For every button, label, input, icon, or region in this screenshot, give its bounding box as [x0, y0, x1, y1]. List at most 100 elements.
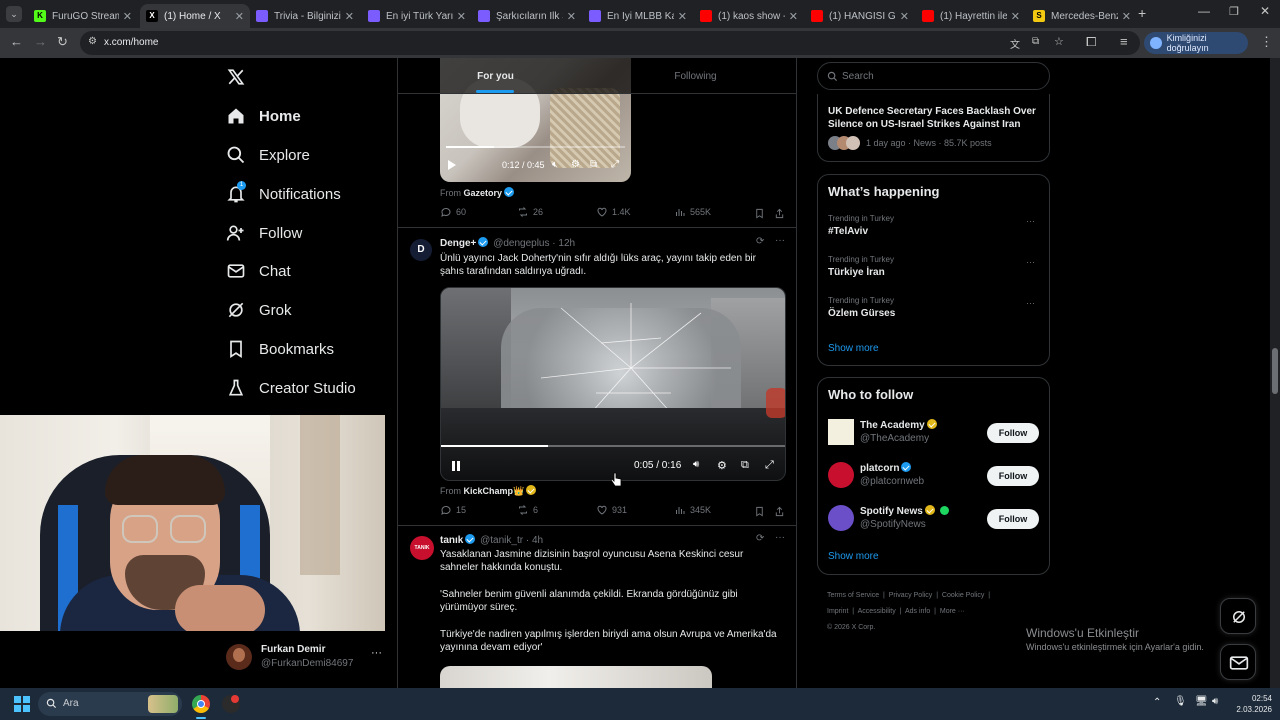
reload-icon[interactable]: ↻ — [57, 34, 68, 50]
nav-item-chat[interactable]: Chat — [226, 256, 291, 286]
more-icon[interactable]: ··· — [371, 647, 382, 659]
nav-item-creator-studio[interactable]: Creator Studio — [226, 373, 356, 403]
close-window-button[interactable]: ✕ — [1260, 4, 1270, 18]
browser-tab[interactable]: K FuruGO Stream - ✕ — [28, 4, 138, 28]
pip-icon[interactable]: ⧉ — [590, 159, 597, 170]
pip-icon[interactable]: ⧉ — [741, 459, 749, 472]
author-name[interactable]: tanık — [440, 535, 463, 546]
mute-icon[interactable]: 🔊︎ — [693, 459, 699, 470]
close-tab-icon[interactable]: ✕ — [235, 10, 244, 23]
browser-tab[interactable]: En iyi Türk Yarışm ✕ — [362, 4, 472, 28]
address-bar[interactable]: ⚙ x.com/home 文 ⧉ ☆ — [80, 31, 1140, 55]
author-handle[interactable]: @dengeplus — [493, 238, 549, 249]
more-icon[interactable]: ··· — [1026, 298, 1035, 308]
more-icon[interactable]: ··· — [1026, 257, 1035, 267]
show-more-link[interactable]: Show more — [828, 343, 879, 354]
tab-following[interactable]: Following — [598, 58, 793, 94]
close-tab-icon[interactable]: ✕ — [1011, 10, 1020, 23]
account-switcher[interactable]: Furkan Demir @FurkanDemi84697 ··· — [226, 641, 386, 675]
nav-item-home[interactable]: Home — [226, 101, 301, 131]
tab-for-you[interactable]: For you — [398, 58, 593, 94]
grok-icon[interactable]: ⟳ — [756, 533, 764, 544]
close-tab-icon[interactable]: ✕ — [789, 10, 798, 23]
reply-button[interactable]: 60 — [440, 206, 466, 218]
fullscreen-icon[interactable]: ⤢ — [611, 159, 619, 170]
tweet-time[interactable]: · 4h — [526, 535, 543, 546]
avatar[interactable] — [828, 462, 854, 488]
close-tab-icon[interactable]: ✕ — [123, 10, 132, 23]
author-handle[interactable]: @tanik_tr — [480, 535, 523, 546]
site-info-icon[interactable]: ⚙ — [88, 36, 97, 47]
page-scrollbar[interactable] — [1270, 58, 1280, 688]
minimize-button[interactable]: — — [1198, 4, 1210, 18]
footer-link[interactable]: Ads info — [905, 608, 930, 615]
views-button[interactable]: 345K — [674, 504, 711, 516]
views-button[interactable]: 565K — [674, 206, 711, 218]
footer-link[interactable]: Accessibility — [858, 608, 896, 615]
reply-button[interactable]: 15 — [440, 504, 466, 516]
nav-item-explore[interactable]: Explore — [226, 140, 310, 170]
app-taskbar-icon[interactable] — [222, 695, 240, 713]
like-button[interactable]: 1.4K — [596, 206, 631, 218]
more-icon[interactable]: ··· — [1026, 216, 1035, 226]
grok-floating-button[interactable] — [1220, 598, 1256, 634]
share-icon[interactable] — [774, 506, 785, 517]
translate-icon[interactable]: 文 — [1010, 36, 1020, 51]
settings-icon[interactable]: ⚙ — [571, 159, 580, 170]
nav-item-grok[interactable]: Grok — [226, 295, 292, 325]
trend-item[interactable]: Trending in Turkey Özlem Gürses ··· — [828, 296, 1040, 330]
footer-link[interactable]: Privacy Policy — [889, 592, 933, 599]
verify-identity-button[interactable]: Kimliğinizi doğrulayın — [1144, 32, 1248, 54]
follow-button[interactable]: Follow — [987, 509, 1039, 529]
mute-icon[interactable]: 🔇︎ — [552, 159, 558, 170]
avatar[interactable] — [828, 505, 854, 531]
grok-icon[interactable]: ⟳ — [756, 236, 764, 247]
author-name[interactable]: Denge+ — [440, 238, 476, 249]
account-name[interactable]: platcorn — [860, 462, 913, 474]
follow-suggestion[interactable]: Spotify News @SpotifyNews Follow — [828, 505, 1050, 535]
from-name[interactable]: KickChamp👑 — [464, 486, 525, 496]
extensions-icon[interactable]: ⧠ — [1086, 34, 1096, 50]
browser-tab[interactable]: En İyi MLBB Karak ✕ — [583, 4, 693, 28]
from-name[interactable]: Gazetory — [464, 188, 503, 198]
forward-icon[interactable]: → — [34, 34, 47, 49]
footer-link[interactable]: Cookie Policy — [942, 592, 984, 599]
nav-item-notifications[interactable]: 1 Notifications — [226, 179, 341, 209]
follow-button[interactable]: Follow — [987, 466, 1039, 486]
trend-item[interactable]: Trending in Turkey Türkiye İran ··· — [828, 255, 1040, 289]
star-icon[interactable]: ☆ — [1054, 35, 1064, 48]
show-more-link[interactable]: Show more — [828, 551, 879, 562]
close-tab-icon[interactable]: ✕ — [345, 10, 354, 23]
search-box[interactable]: Search — [817, 62, 1050, 90]
account-name[interactable]: Spotify News — [860, 505, 949, 517]
more-icon[interactable]: ··· — [775, 532, 785, 543]
url-text[interactable]: x.com/home — [104, 37, 158, 48]
close-tab-icon[interactable]: ✕ — [678, 10, 687, 23]
x-logo-icon[interactable] — [227, 68, 245, 86]
browser-tab[interactable]: Trivia - Bilginizi Te ✕ — [250, 4, 360, 28]
tweet[interactable]: D Denge+ @dengeplus · 12h ⟳ ··· Ünlü yay… — [398, 229, 796, 526]
browser-tab[interactable]: (1) HANGİSİ GERÇ ✕ — [805, 4, 915, 28]
messages-floating-button[interactable] — [1220, 644, 1256, 680]
more-icon[interactable]: ··· — [775, 235, 785, 246]
avatar[interactable]: TANIK — [410, 536, 434, 560]
install-icon[interactable]: ⧉ — [1032, 36, 1039, 47]
tweet[interactable]: TANIK tanık @tanik_tr · 4h ⟳ ··· Yasakla… — [398, 527, 796, 688]
restore-button[interactable]: ❐ — [1229, 5, 1239, 18]
follow-suggestion[interactable]: platcorn @platcornweb Follow — [828, 462, 1050, 492]
tweet-image[interactable] — [440, 666, 712, 688]
taskbar-search[interactable]: Ara — [38, 692, 182, 716]
pause-icon[interactable] — [452, 461, 455, 471]
clock[interactable]: 02:54 2.03.2026 — [1232, 693, 1272, 715]
close-tab-icon[interactable]: ✕ — [1122, 10, 1131, 23]
menu-icon[interactable]: ⋮ — [1260, 34, 1273, 50]
chrome-taskbar-icon[interactable] — [192, 695, 210, 713]
browser-tab[interactable]: Şarkıcıların İlk Şar ✕ — [472, 4, 582, 28]
nav-item-bookmarks[interactable]: Bookmarks — [226, 334, 334, 364]
tweet-time[interactable]: · 12h — [552, 238, 575, 249]
play-icon[interactable] — [448, 160, 456, 170]
news-title[interactable]: UK Defence Secretary Faces Backlash Over… — [828, 105, 1043, 131]
nav-item-follow[interactable]: Follow — [226, 218, 302, 248]
footer-link[interactable]: More ··· — [940, 608, 965, 615]
footer-link[interactable]: Imprint — [827, 608, 848, 615]
